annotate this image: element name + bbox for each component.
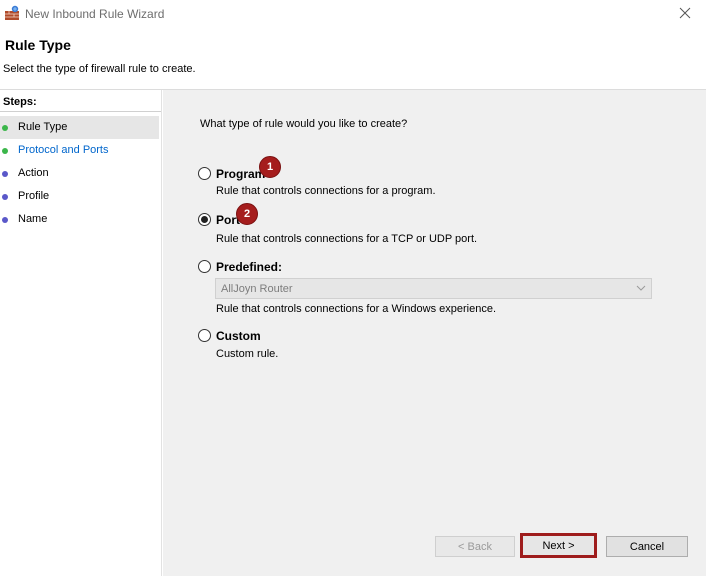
program-option-label[interactable]: Program	[216, 167, 265, 181]
custom-option-label[interactable]: Custom	[216, 329, 261, 343]
program-radio[interactable]	[198, 167, 211, 180]
custom-option-description: Custom rule.	[216, 348, 279, 360]
back-button[interactable]: < Back	[435, 536, 515, 557]
port-option-description: Rule that controls connections for a TCP…	[216, 233, 478, 245]
predefined-option-label[interactable]: Predefined:	[216, 260, 282, 274]
step-status-dot	[2, 217, 8, 223]
close-button[interactable]	[664, 0, 706, 28]
steps-heading: Steps:	[0, 93, 161, 112]
predefined-option-description: Rule that controls connections for a Win…	[216, 303, 497, 315]
step-protocol-and-ports[interactable]: Protocol and Ports	[0, 139, 159, 162]
step-label: Profile	[18, 190, 50, 202]
step-marker-badge: 2	[236, 203, 258, 225]
window-title: New Inbound Rule Wizard	[25, 7, 165, 21]
rule-type-question: What type of rule would you like to crea…	[200, 118, 408, 130]
step-profile[interactable]: Profile	[0, 185, 159, 208]
predefined-radio[interactable]	[198, 260, 211, 273]
predefined-rule-dropdown[interactable]: AllJoyn Router	[215, 278, 652, 299]
dropdown-value: AllJoyn Router	[221, 283, 293, 295]
chevron-down-icon	[635, 282, 647, 297]
close-icon	[679, 7, 691, 22]
step-label: Action	[18, 167, 49, 179]
step-rule-type[interactable]: Rule Type	[0, 116, 159, 139]
next-button[interactable]: Next >	[520, 533, 597, 558]
program-option-description: Rule that controls connections for a pro…	[216, 185, 436, 197]
step-status-dot	[2, 125, 8, 131]
port-radio[interactable]	[198, 213, 211, 226]
step-status-dot	[2, 148, 8, 154]
steps-pane: Steps: Rule Type Protocol and Ports Acti…	[0, 90, 162, 576]
title-bar: New Inbound Rule Wizard	[0, 0, 706, 28]
content-pane: What type of rule would you like to crea…	[163, 90, 706, 576]
step-marker-badge: 1	[259, 156, 281, 178]
page-subtitle: Select the type of firewall rule to crea…	[3, 63, 196, 75]
page-title: Rule Type	[5, 37, 71, 53]
step-status-dot	[2, 171, 8, 177]
step-label: Protocol and Ports	[18, 144, 109, 156]
step-name[interactable]: Name	[0, 208, 159, 231]
step-status-dot	[2, 194, 8, 200]
cancel-button[interactable]: Cancel	[606, 536, 688, 557]
step-label: Name	[18, 213, 48, 225]
custom-radio[interactable]	[198, 329, 211, 342]
firewall-app-icon	[4, 5, 20, 21]
step-label: Rule Type	[18, 121, 68, 133]
step-action[interactable]: Action	[0, 162, 159, 185]
wizard-header: Rule Type Select the type of firewall ru…	[0, 28, 706, 89]
